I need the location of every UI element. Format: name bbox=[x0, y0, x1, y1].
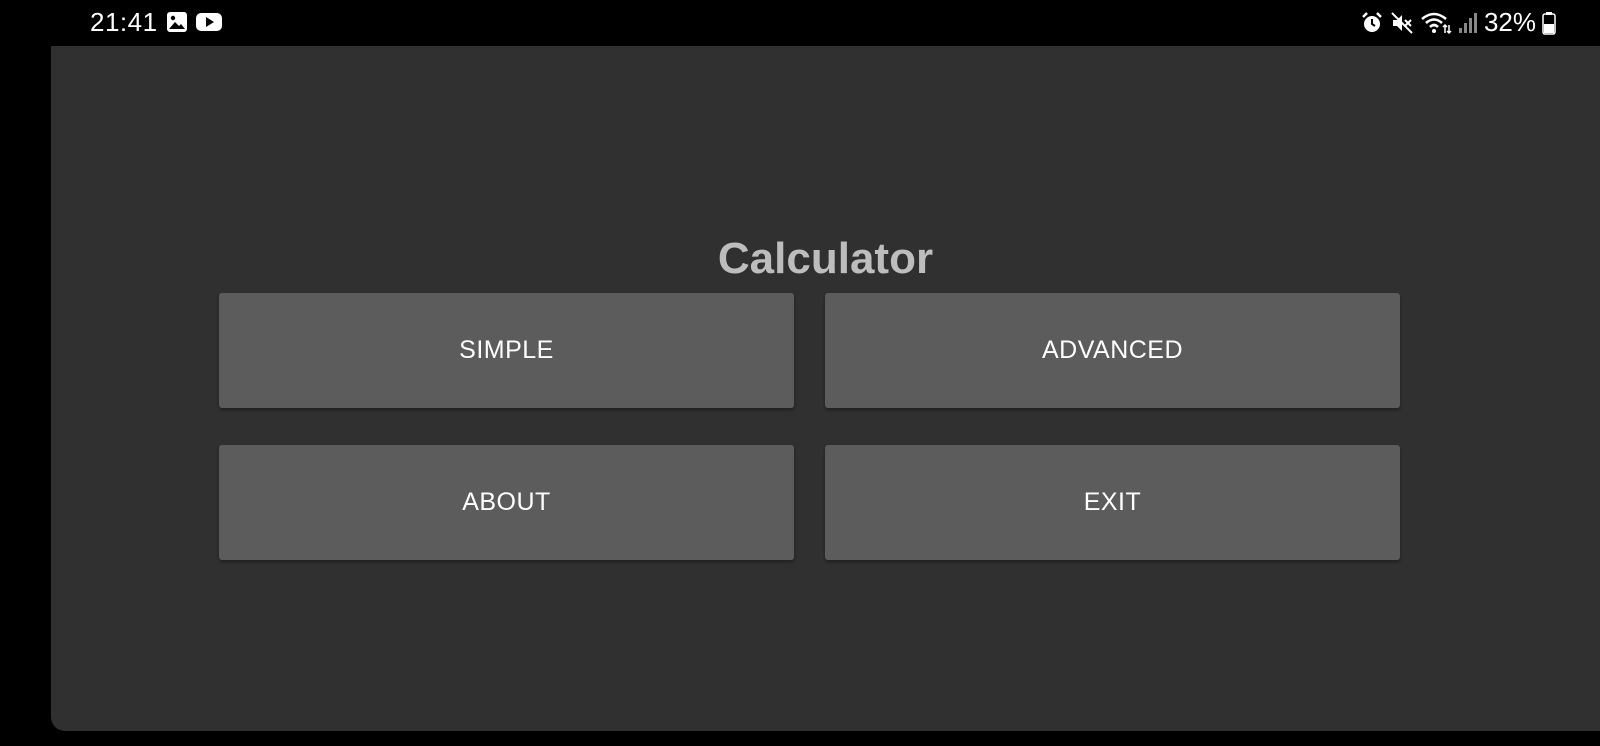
status-bar: 21:41 32% bbox=[0, 0, 1600, 46]
youtube-icon bbox=[195, 11, 223, 38]
simple-button-label: SIMPLE bbox=[459, 336, 554, 364]
status-left-icons bbox=[166, 11, 223, 38]
wifi-icon bbox=[1420, 11, 1452, 35]
status-right-group: 32% bbox=[1360, 7, 1556, 38]
simple-button[interactable]: SIMPLE bbox=[219, 293, 794, 408]
status-time: 21:41 bbox=[90, 7, 158, 37]
image-icon bbox=[166, 11, 188, 38]
advanced-button[interactable]: ADVANCED bbox=[825, 293, 1400, 408]
about-button-label: ABOUT bbox=[462, 488, 551, 516]
app-window: Calculator SIMPLE ADVANCED ABOUT EXIT bbox=[51, 46, 1600, 731]
advanced-button-label: ADVANCED bbox=[1041, 336, 1184, 364]
battery-percent: 32% bbox=[1483, 7, 1536, 37]
battery-icon bbox=[1542, 11, 1556, 35]
about-button[interactable]: ABOUT bbox=[219, 445, 794, 560]
exit-button[interactable]: EXIT bbox=[825, 445, 1400, 560]
mute-icon bbox=[1390, 11, 1414, 35]
page-title: Calculator bbox=[717, 234, 934, 283]
exit-button-label: EXIT bbox=[1083, 488, 1142, 516]
signal-icon bbox=[1458, 11, 1478, 35]
alarm-icon bbox=[1360, 11, 1384, 35]
